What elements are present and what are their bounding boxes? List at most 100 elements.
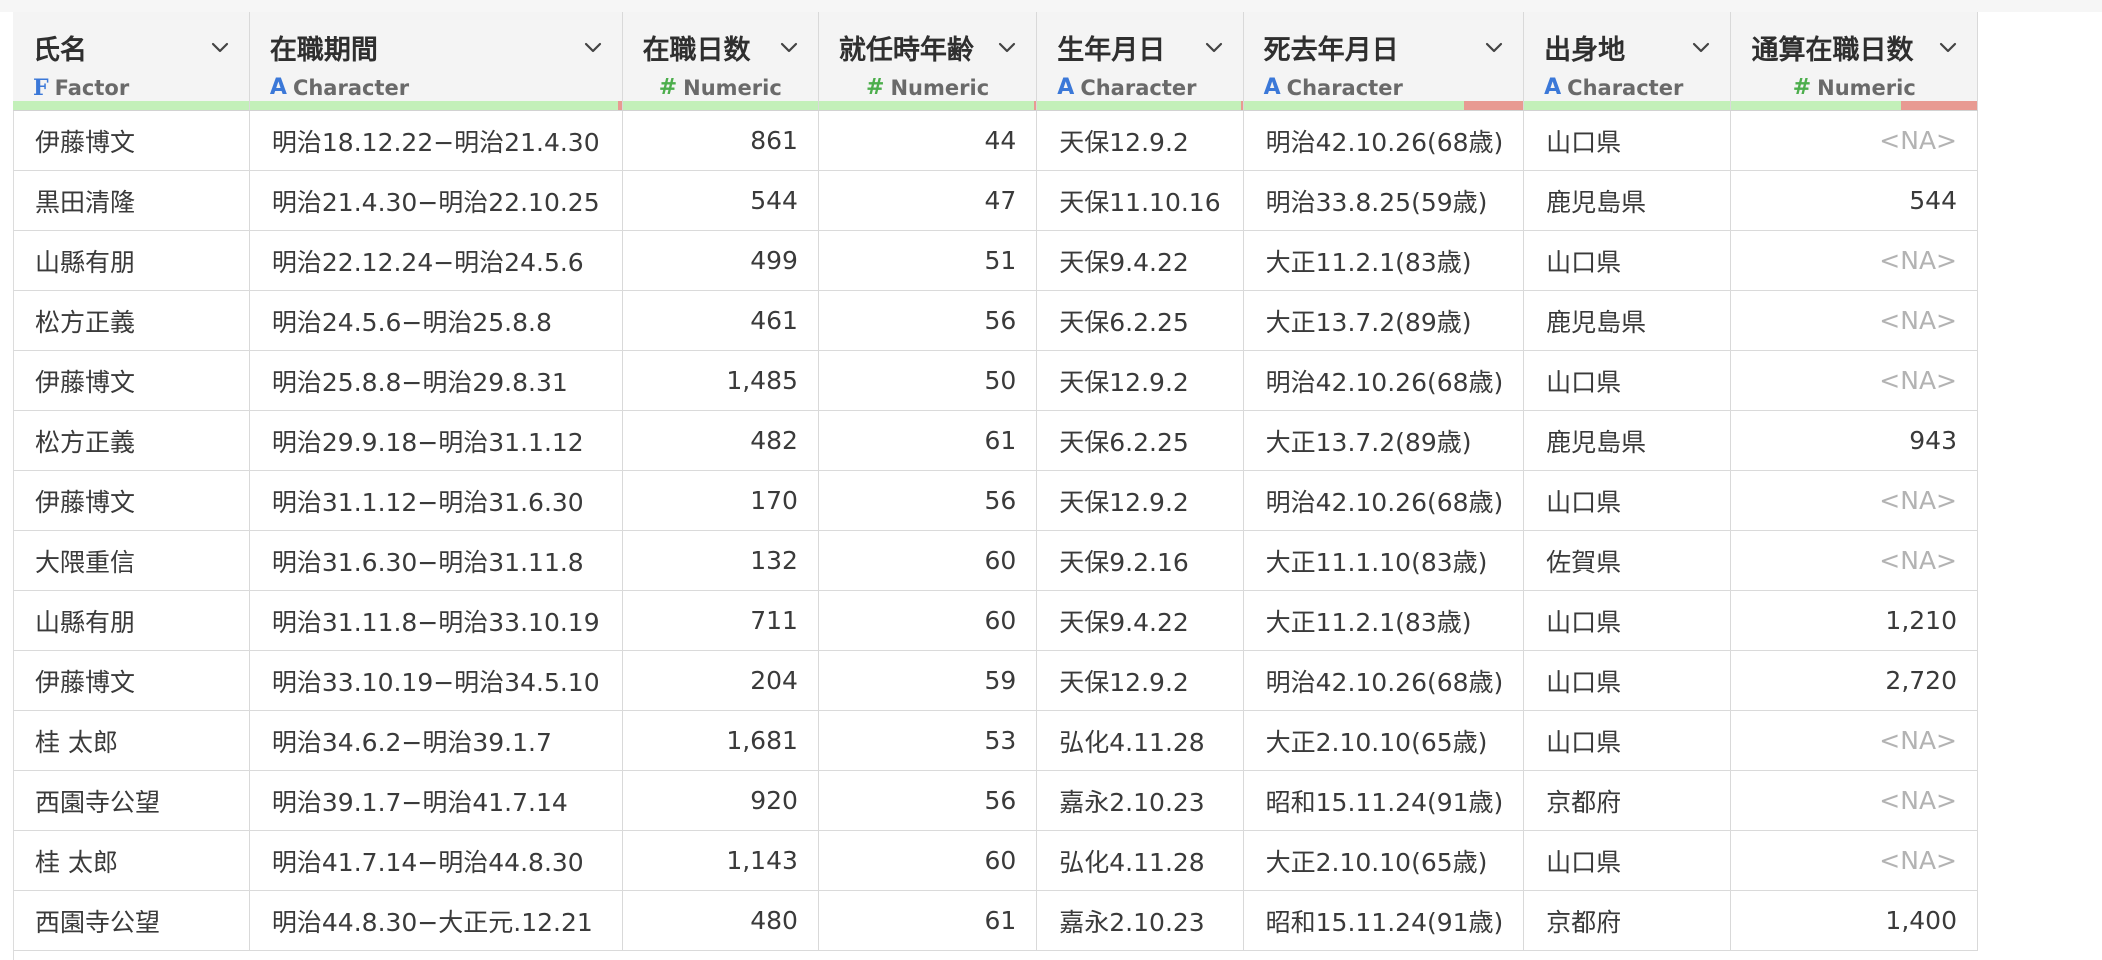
- cell-age[interactable]: 60: [818, 590, 1038, 651]
- cell-name[interactable]: 伊藤博文: [13, 650, 250, 711]
- chevron-down-icon[interactable]: [1483, 37, 1505, 59]
- cell-total_days[interactable]: <NA>: [1730, 290, 1978, 351]
- cell-birth[interactable]: 天保12.9.2: [1036, 110, 1244, 171]
- cell-total_days[interactable]: <NA>: [1730, 710, 1978, 771]
- cell-period[interactable]: 明治31.1.12−明治31.6.30: [249, 470, 623, 531]
- chevron-down-icon[interactable]: [1690, 37, 1712, 59]
- cell-birth[interactable]: 天保6.2.25: [1036, 290, 1244, 351]
- column-header-death[interactable]: 死去年月日 A Character: [1243, 12, 1525, 111]
- cell-age[interactable]: 47: [818, 170, 1038, 231]
- table-row[interactable]: 山縣有朋 明治31.11.8−明治33.10.19 711 60 天保9.4.22 大正1…: [13, 590, 1978, 651]
- column-header-total_days[interactable]: 通算在職日数 # Numeric: [1730, 12, 1978, 111]
- cell-age[interactable]: 59: [818, 650, 1038, 711]
- cell-period[interactable]: 明治22.12.24−明治24.5.6: [249, 230, 623, 291]
- cell-name[interactable]: 桂 太郎: [13, 830, 250, 891]
- cell-age[interactable]: 56: [818, 770, 1038, 831]
- column-header-period[interactable]: 在職期間 A Character: [249, 12, 623, 111]
- cell-days[interactable]: 482: [622, 410, 819, 471]
- cell-total_days[interactable]: <NA>: [1730, 110, 1978, 171]
- cell-days[interactable]: 1,143: [622, 830, 819, 891]
- cell-name[interactable]: 西園寺公望: [13, 890, 250, 951]
- cell-birth[interactable]: 天保12.9.2: [1036, 650, 1244, 711]
- table-row[interactable]: 桂 太郎 明治41.7.14−明治44.8.30 1,143 60 弘化4.11.28 大…: [13, 830, 1978, 891]
- cell-age[interactable]: 50: [818, 350, 1038, 411]
- cell-days[interactable]: 204: [622, 650, 819, 711]
- cell-age[interactable]: 61: [818, 410, 1038, 471]
- cell-death[interactable]: 大正13.7.2(89歳): [1243, 410, 1525, 471]
- cell-period[interactable]: 明治41.7.14−明治44.8.30: [249, 830, 623, 891]
- cell-age[interactable]: 60: [818, 530, 1038, 591]
- chevron-down-icon[interactable]: [582, 37, 604, 59]
- table-row[interactable]: 黒田清隆 明治21.4.30−明治22.10.25 544 47 天保11.10.16 明…: [13, 170, 1978, 231]
- cell-period[interactable]: 明治44.8.30−大正元.12.21: [249, 890, 623, 951]
- cell-name[interactable]: 黒田清隆: [13, 170, 250, 231]
- cell-age[interactable]: 51: [818, 230, 1038, 291]
- cell-age[interactable]: 60: [818, 830, 1038, 891]
- cell-death[interactable]: 明治42.10.26(68歳): [1243, 650, 1525, 711]
- cell-age[interactable]: 56: [818, 470, 1038, 531]
- cell-period[interactable]: 明治24.5.6−明治25.8.8: [249, 290, 623, 351]
- cell-days[interactable]: 920: [622, 770, 819, 831]
- cell-name[interactable]: 西園寺公望: [13, 770, 250, 831]
- table-row[interactable]: 伊藤博文 明治33.10.19−明治34.5.10 204 59 天保12.9.2 明治4…: [13, 650, 1978, 711]
- cell-origin[interactable]: 山口県: [1523, 590, 1732, 651]
- cell-age[interactable]: 53: [818, 710, 1038, 771]
- table-row[interactable]: 松方正義 明治24.5.6−明治25.8.8 461 56 天保6.2.25 大正13.7…: [13, 290, 1978, 351]
- table-row[interactable]: 西園寺公望 明治39.1.7−明治41.7.14 920 56 嘉永2.10.23 昭和1…: [13, 770, 1978, 831]
- cell-birth[interactable]: 弘化4.11.28: [1036, 830, 1244, 891]
- cell-origin[interactable]: 山口県: [1523, 230, 1732, 291]
- chevron-down-icon[interactable]: [1937, 37, 1959, 59]
- column-header-origin[interactable]: 出身地 A Character: [1523, 12, 1732, 111]
- cell-death[interactable]: 明治42.10.26(68歳): [1243, 110, 1525, 171]
- cell-death[interactable]: 大正13.7.2(89歳): [1243, 290, 1525, 351]
- column-header-birth[interactable]: 生年月日 A Character: [1036, 12, 1244, 111]
- cell-name[interactable]: 大隈重信: [13, 530, 250, 591]
- cell-period[interactable]: 明治21.4.30−明治22.10.25: [249, 170, 623, 231]
- cell-name[interactable]: 山縣有朋: [13, 590, 250, 651]
- cell-days[interactable]: 544: [622, 170, 819, 231]
- table-row[interactable]: 山縣有朋 明治22.12.24−明治24.5.6 499 51 天保9.4.22 大正11…: [13, 230, 1978, 291]
- cell-total_days[interactable]: <NA>: [1730, 470, 1978, 531]
- cell-origin[interactable]: 京都府: [1523, 770, 1732, 831]
- table-row[interactable]: 伊藤博文 明治18.12.22−明治21.4.30 861 44 天保12.9.2 明治4…: [13, 110, 1978, 171]
- cell-total_days[interactable]: <NA>: [1730, 830, 1978, 891]
- cell-name[interactable]: 松方正義: [13, 410, 250, 471]
- cell-name[interactable]: 山縣有朋: [13, 230, 250, 291]
- cell-origin[interactable]: 山口県: [1523, 350, 1732, 411]
- cell-birth[interactable]: 天保6.2.25: [1036, 410, 1244, 471]
- cell-death[interactable]: 明治42.10.26(68歳): [1243, 470, 1525, 531]
- table-row[interactable]: 伊藤博文 明治31.1.12−明治31.6.30 170 56 天保12.9.2 明治42…: [13, 470, 1978, 531]
- cell-origin[interactable]: 山口県: [1523, 830, 1732, 891]
- cell-death[interactable]: 明治33.8.25(59歳): [1243, 170, 1525, 231]
- table-row[interactable]: 松方正義 明治29.9.18−明治31.1.12 482 61 天保6.2.25 大正13…: [13, 410, 1978, 471]
- column-header-name[interactable]: 氏名 F Factor: [13, 12, 250, 111]
- cell-birth[interactable]: 天保12.9.2: [1036, 470, 1244, 531]
- table-row[interactable]: 大隈重信 明治31.6.30−明治31.11.8 132 60 天保9.2.16 大正11…: [13, 530, 1978, 591]
- cell-origin[interactable]: 山口県: [1523, 110, 1732, 171]
- cell-total_days[interactable]: 2,720: [1730, 650, 1978, 711]
- cell-death[interactable]: 明治42.10.26(68歳): [1243, 350, 1525, 411]
- cell-period[interactable]: 明治34.6.2−明治39.1.7: [249, 710, 623, 771]
- table-row[interactable]: 伊藤博文 明治25.8.8−明治29.8.31 1,485 50 天保12.9.2 明治4…: [13, 350, 1978, 411]
- cell-birth[interactable]: 天保12.9.2: [1036, 350, 1244, 411]
- cell-period[interactable]: 明治29.9.18−明治31.1.12: [249, 410, 623, 471]
- cell-origin[interactable]: 鹿児島県: [1523, 290, 1732, 351]
- cell-days[interactable]: 480: [622, 890, 819, 951]
- cell-period[interactable]: 明治31.6.30−明治31.11.8: [249, 530, 623, 591]
- cell-birth[interactable]: 嘉永2.10.23: [1036, 770, 1244, 831]
- cell-origin[interactable]: 山口県: [1523, 710, 1732, 771]
- cell-death[interactable]: 大正11.1.10(83歳): [1243, 530, 1525, 591]
- cell-birth[interactable]: 天保9.4.22: [1036, 230, 1244, 291]
- cell-birth[interactable]: 弘化4.11.28: [1036, 710, 1244, 771]
- cell-total_days[interactable]: <NA>: [1730, 530, 1978, 591]
- cell-birth[interactable]: 天保9.4.22: [1036, 590, 1244, 651]
- cell-days[interactable]: 1,681: [622, 710, 819, 771]
- cell-total_days[interactable]: 1,210: [1730, 590, 1978, 651]
- cell-death[interactable]: 昭和15.11.24(91歳): [1243, 890, 1525, 951]
- cell-days[interactable]: 461: [622, 290, 819, 351]
- cell-name[interactable]: 伊藤博文: [13, 110, 250, 171]
- cell-days[interactable]: 711: [622, 590, 819, 651]
- cell-origin[interactable]: 山口県: [1523, 650, 1732, 711]
- cell-total_days[interactable]: <NA>: [1730, 350, 1978, 411]
- cell-days[interactable]: 861: [622, 110, 819, 171]
